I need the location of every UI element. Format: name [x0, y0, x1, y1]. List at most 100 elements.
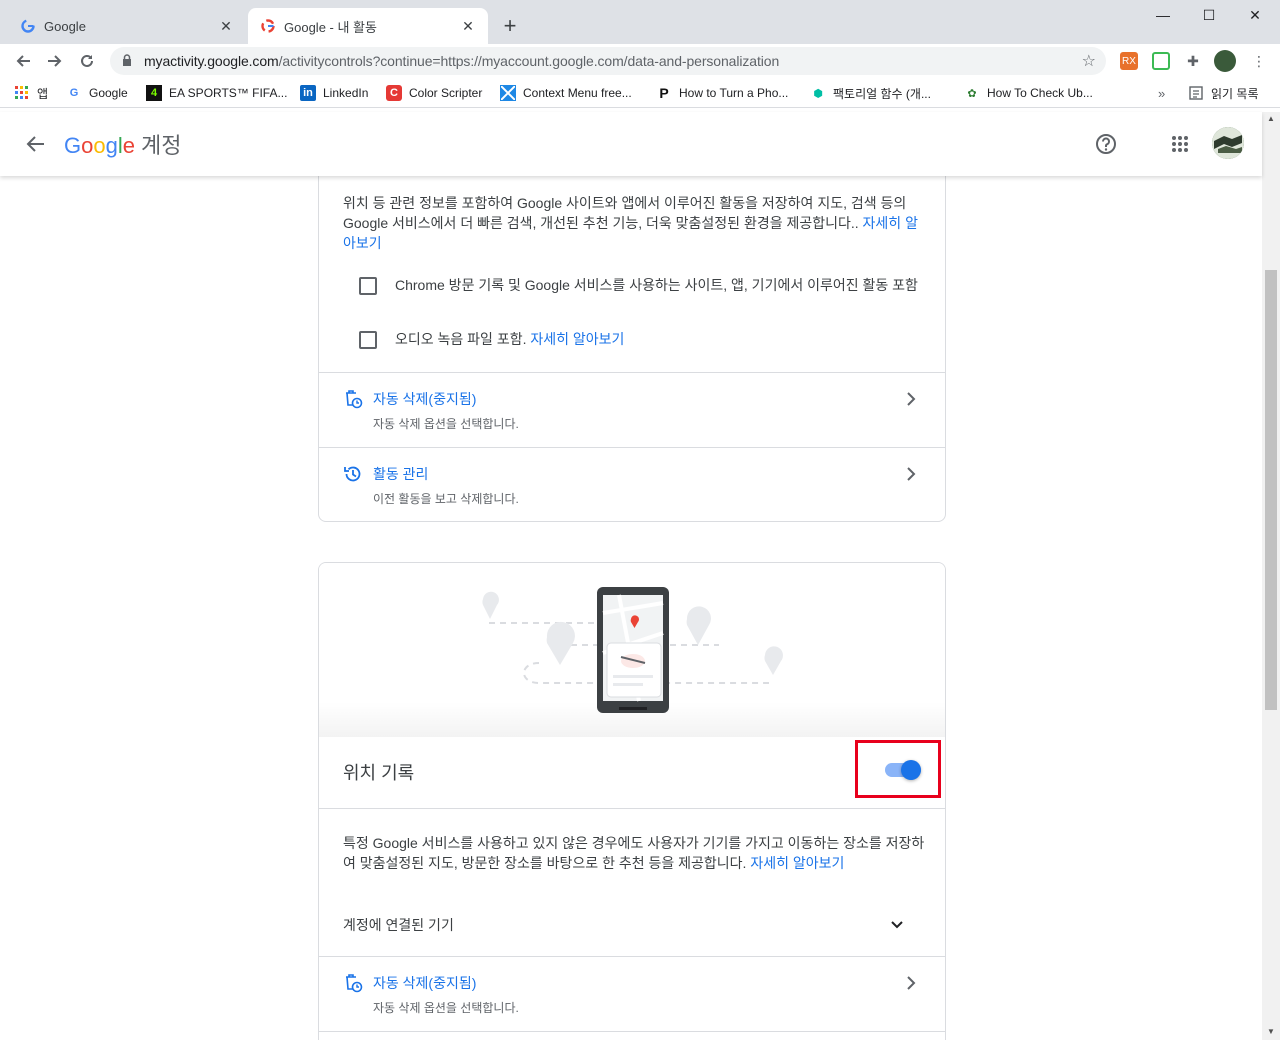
linkedin-icon: in: [300, 85, 316, 101]
web-activity-description: 위치 등 관련 정보를 포함하여 Google 사이트와 앱에서 이루어진 활동…: [343, 195, 918, 251]
tab-title: Google: [44, 18, 86, 34]
help-icon[interactable]: [1094, 132, 1118, 156]
tab-google[interactable]: Google ✕: [8, 8, 246, 44]
address-bar[interactable]: myactivity.google.com/activitycontrols?c…: [110, 47, 1106, 75]
bookmark-label: How to Turn a Pho...: [679, 86, 789, 100]
manage-activity-subtitle: 이전 활동을 보고 삭제합니다.: [373, 492, 519, 506]
google-account-logo[interactable]: Google 계정: [64, 128, 182, 160]
audio-recording-option[interactable]: 오디오 녹음 파일 포함. 자세히 알아보기: [359, 329, 921, 349]
bookmarks-overflow-button[interactable]: »: [1158, 84, 1165, 102]
bookmarks-bar: 앱 G Google 4 EA SPORTS™ FIFA... in Linke…: [0, 78, 1280, 108]
tab-strip: Google ✕ Google - 내 활동 ✕ + — ☐ ✕: [0, 0, 1280, 44]
bookmark-label: 앱: [37, 86, 49, 101]
chevron-right-icon: [903, 391, 919, 407]
chevron-right-icon: [903, 466, 919, 482]
reload-icon[interactable]: [74, 48, 100, 74]
auto-delete-title: 자동 삭제(중지됨): [373, 391, 477, 407]
bookmark-context-menu[interactable]: Context Menu free...: [500, 84, 632, 102]
auto-delete-title: 자동 삭제(중지됨): [373, 975, 477, 991]
auto-delete-row[interactable]: 자동 삭제(중지됨) 자동 삭제 옵션을 선택합니다.: [319, 373, 945, 447]
bookmark-apps[interactable]: 앱: [14, 84, 48, 102]
lock-icon: [122, 54, 136, 68]
forward-icon[interactable]: [42, 48, 68, 74]
audio-recording-checkbox[interactable]: [359, 331, 377, 349]
auto-delete-icon: [343, 973, 363, 993]
close-tab-icon[interactable]: ✕: [460, 18, 476, 34]
back-arrow-icon[interactable]: [24, 132, 48, 156]
chrome-history-checkbox[interactable]: [359, 277, 377, 295]
tab-title: Google - 내 활동: [284, 19, 377, 35]
google-g-icon: [260, 18, 276, 34]
bookmark-label: 팩토리얼 함수 (개...: [833, 86, 931, 101]
reading-list-icon: [1188, 85, 1204, 101]
account-header: Google 계정: [0, 112, 1262, 176]
url-text: myactivity.google.com/activitycontrols?c…: [144, 53, 780, 69]
minimize-icon[interactable]: —: [1140, 0, 1186, 30]
window-close-icon[interactable]: ✕: [1232, 0, 1278, 30]
manage-activity-row[interactable]: 활동 관리 이전 활동을 보고 삭제합니다.: [319, 448, 945, 521]
reading-list-button[interactable]: 읽기 목록: [1188, 84, 1259, 102]
bookmark-star-icon[interactable]: ☆: [1082, 51, 1096, 71]
toggle-highlight-box: [855, 740, 941, 798]
auto-delete-subtitle: 자동 삭제 옵션을 선택합니다.: [373, 417, 519, 431]
location-description: 특정 Google 서비스를 사용하고 있지 않은 경우에도 사용자가 기기를 …: [343, 835, 925, 871]
factorial-icon: ⬢: [813, 87, 823, 100]
divider: [319, 808, 945, 809]
learn-more-link[interactable]: 자세히 알아보기: [750, 855, 844, 871]
learn-more-link[interactable]: 자세히 알아보기: [530, 331, 624, 347]
bookmark-label: EA SPORTS™ FIFA...: [169, 86, 288, 100]
scroll-down-icon[interactable]: ▼: [1267, 1027, 1275, 1036]
color-scripter-icon: C: [386, 85, 402, 101]
auto-delete-icon: [343, 389, 363, 409]
main-content: 위치 등 관련 정보를 포함하여 Google 사이트와 앱에서 이루어진 활동…: [0, 176, 1262, 1040]
extension-rx-icon[interactable]: RX: [1120, 52, 1138, 70]
extensions-puzzle-icon[interactable]: ✚: [1184, 52, 1202, 70]
chrome-history-label: Chrome 방문 기록 및 Google 서비스를 사용하는 사이트, 앱, …: [395, 277, 918, 293]
web-app-activity-card: 위치 등 관련 정보를 포함하여 Google 사이트와 앱에서 이루어진 활동…: [318, 176, 946, 522]
google-apps-icon[interactable]: [1168, 132, 1192, 156]
scroll-up-icon[interactable]: ▲: [1267, 114, 1275, 123]
location-auto-delete-row[interactable]: 자동 삭제(중지됨) 자동 삭제 옵션을 선택합니다.: [319, 957, 945, 1031]
back-icon[interactable]: [10, 48, 36, 74]
bookmark-linkedin[interactable]: in LinkedIn: [300, 84, 368, 102]
scrollbar-thumb[interactable]: [1265, 270, 1277, 710]
bookmark-label: LinkedIn: [323, 86, 369, 100]
linked-devices-label: 계정에 연결된 기기: [343, 917, 454, 933]
history-icon: [343, 464, 363, 484]
tab-my-activity[interactable]: Google - 내 활동 ✕: [248, 8, 488, 44]
context-menu-icon: [500, 85, 516, 101]
bookmark-label: Color Scripter: [409, 86, 483, 100]
page-scrollbar[interactable]: ▲ ▼: [1262, 112, 1280, 1040]
bookmark-how-to-turn[interactable]: P How to Turn a Pho...: [656, 84, 788, 102]
bookmark-factorial[interactable]: ⬢ 팩토리얼 함수 (개...: [810, 84, 931, 102]
account-avatar[interactable]: [1212, 127, 1244, 159]
google-wordmark: Google: [64, 133, 136, 158]
location-history-title: 위치 기록: [343, 763, 415, 783]
extension-green-icon[interactable]: [1152, 52, 1170, 70]
ubuntu-icon: ✿: [967, 87, 977, 100]
chevron-right-icon: [903, 975, 919, 991]
p-icon: P: [659, 85, 669, 101]
bookmark-ubuntu[interactable]: ✿ How To Check Ub...: [964, 84, 1092, 102]
google-g-icon: [20, 18, 36, 34]
bookmark-google[interactable]: G Google: [66, 84, 128, 102]
chevron-down-icon: [889, 917, 905, 938]
apps-grid-icon: [14, 85, 30, 101]
chrome-history-option[interactable]: Chrome 방문 기록 및 Google 서비스를 사용하는 사이트, 앱, …: [359, 275, 921, 295]
account-label: 계정: [141, 133, 182, 158]
close-tab-icon[interactable]: ✕: [218, 18, 234, 34]
new-tab-button[interactable]: +: [498, 12, 522, 40]
maximize-icon[interactable]: ☐: [1186, 0, 1232, 30]
linked-devices-row[interactable]: 계정에 연결된 기기: [319, 903, 945, 955]
bookmark-label: Google: [89, 86, 128, 100]
manage-activity-title: 활동 관리: [373, 466, 429, 482]
bookmark-ea-sports[interactable]: 4 EA SPORTS™ FIFA...: [146, 84, 287, 102]
menu-kebab-icon[interactable]: ⋮: [1250, 52, 1268, 70]
divider: [319, 1031, 945, 1032]
auto-delete-subtitle: 자동 삭제 옵션을 선택합니다.: [373, 1001, 519, 1015]
location-illustration: [319, 563, 945, 737]
profile-avatar-icon[interactable]: [1214, 50, 1236, 72]
ea-sports-icon: 4: [146, 85, 162, 101]
bookmark-color-scripter[interactable]: C Color Scripter: [386, 84, 482, 102]
browser-toolbar: myactivity.google.com/activitycontrols?c…: [0, 44, 1280, 78]
